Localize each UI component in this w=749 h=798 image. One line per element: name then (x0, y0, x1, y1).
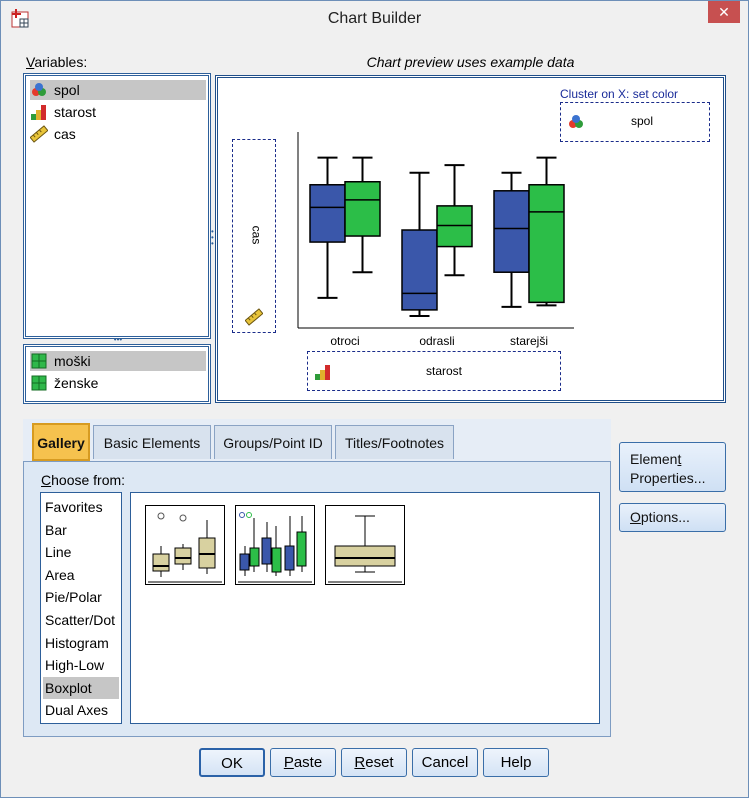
thumbnail-simple-boxplot[interactable] (145, 505, 225, 585)
title-bar: Chart Builder ✕ (1, 1, 748, 37)
x-tick-label: starejši (510, 334, 548, 348)
element-properties-line2: Properties... (630, 470, 706, 486)
variable-label: starost (54, 104, 97, 120)
x-tick-label: otroci (330, 334, 359, 348)
y-axis-variable: cas (249, 225, 264, 245)
options-button[interactable]: Options... (619, 503, 726, 532)
x-axis-drop-zone[interactable]: starost (307, 351, 561, 391)
x-tick-label: odrasli (419, 334, 454, 348)
ok-button[interactable]: OK (199, 748, 265, 777)
chart-type-area[interactable]: Area (43, 564, 119, 586)
cluster-drop-zone[interactable]: spol (560, 102, 710, 142)
category-item-zenske[interactable]: ženske (30, 373, 206, 393)
variable-item-starost[interactable]: starost (30, 102, 206, 122)
thumbnail-clustered-boxplot[interactable] (235, 505, 315, 585)
category-grid-icon (31, 375, 47, 391)
chart-type-line[interactable]: Line (43, 541, 119, 563)
box (436, 205, 473, 248)
tab-gallery[interactable]: Gallery (32, 423, 90, 461)
variables-label: Variables: (26, 54, 88, 70)
cluster-variable: spol (631, 114, 654, 128)
box (493, 190, 530, 273)
chart-type-boxplot[interactable]: Boxplot (43, 676, 119, 699)
variables-list[interactable]: spol starost cas (23, 73, 211, 339)
chart-type-favorites[interactable]: Favorites (43, 496, 119, 518)
chart-builder-window: Chart Builder ✕ Variables: spol starost (0, 0, 749, 798)
splitter-handle[interactable]: ••• (109, 336, 127, 344)
ordinal-icon (31, 105, 46, 120)
choose-from-label: Choose from: (41, 472, 126, 488)
chart-type-dual-axes[interactable]: Dual Axes (43, 699, 119, 721)
preview-caption: Chart preview uses example data (366, 54, 575, 70)
gallery-tab-panel: Choose from: Favorites Bar Line Area Pie/Pol… (23, 461, 611, 737)
box (528, 184, 565, 304)
chart-preview-canvas[interactable]: Cluster on X: set color spol cas otroci o… (215, 75, 726, 403)
chart-type-histogram[interactable]: Histogram (43, 632, 119, 654)
element-properties-line1: Element (630, 451, 682, 467)
clustered-boxplot-icon (238, 512, 312, 583)
chart-type-bar[interactable]: Bar (43, 519, 119, 541)
one-d-boxplot-icon (328, 515, 402, 583)
cancel-button[interactable]: Cancel (412, 748, 478, 777)
close-button[interactable]: ✕ (708, 1, 740, 23)
tab-groups-point-id[interactable]: Groups/Point ID (214, 425, 332, 459)
scale-icon (30, 125, 48, 143)
box (401, 229, 438, 311)
scale-icon (245, 308, 263, 326)
chart-type-list[interactable]: Favorites Bar Line Area Pie/Polar Scatter/Dot… (40, 492, 122, 724)
category-label: moški (54, 353, 91, 369)
ordinal-icon (315, 365, 330, 380)
help-button[interactable]: Help (483, 748, 549, 777)
variable-label: spol (54, 82, 80, 98)
category-grid-icon (31, 353, 47, 369)
x-axis-variable: starost (426, 364, 463, 378)
element-properties-button[interactable]: Element Properties... (619, 442, 726, 492)
variable-item-spol[interactable]: spol (30, 80, 206, 100)
category-item-moski[interactable]: moški (30, 351, 206, 371)
variable-label: cas (54, 126, 76, 142)
category-list[interactable]: moški ženske (23, 344, 211, 404)
thumbnail-1d-boxplot[interactable] (325, 505, 405, 585)
chart-type-pie-polar[interactable]: Pie/Polar (43, 586, 119, 608)
tab-basic-elements[interactable]: Basic Elements (93, 425, 211, 459)
nominal-icon (32, 83, 46, 96)
chart-type-scatter-dot[interactable]: Scatter/Dot (43, 609, 119, 631)
chart-type-high-low[interactable]: High-Low (43, 654, 119, 676)
simple-boxplot-icon (148, 512, 222, 583)
reset-button[interactable]: Reset (341, 748, 407, 777)
variable-item-cas[interactable]: cas (30, 124, 206, 144)
tab-titles-footnotes[interactable]: Titles/Footnotes (335, 425, 454, 459)
window-title: Chart Builder (327, 10, 422, 27)
close-icon: ✕ (718, 4, 730, 20)
cluster-label: Cluster on X: set color (560, 87, 679, 101)
paste-button[interactable]: Paste (270, 748, 336, 777)
category-label: ženske (54, 375, 99, 391)
boxplot-chart: otroci odrasli starejši (297, 132, 574, 348)
y-axis-drop-zone[interactable]: cas (232, 139, 276, 333)
box (344, 181, 381, 237)
box (309, 184, 346, 243)
